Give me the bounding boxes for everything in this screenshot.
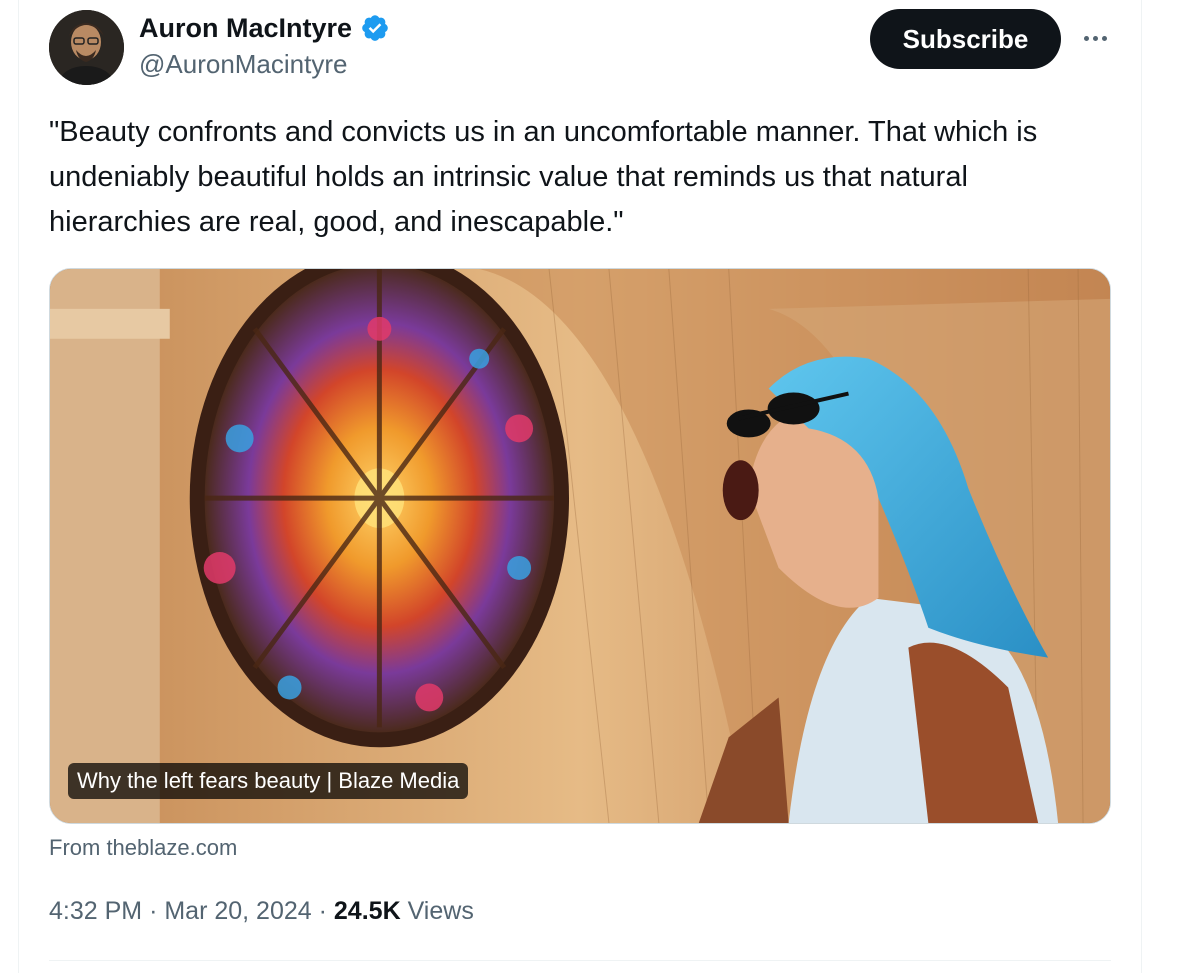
link-source[interactable]: From theblaze.com bbox=[49, 833, 237, 863]
tweet-date[interactable]: Mar 20, 2024 bbox=[164, 894, 311, 928]
more-dot bbox=[1092, 35, 1098, 41]
more-dot bbox=[1101, 35, 1107, 41]
author-handle[interactable]: @AuronMacintyre bbox=[139, 48, 347, 80]
meta-separator: · bbox=[149, 897, 158, 925]
divider bbox=[49, 960, 1111, 961]
display-name[interactable]: Auron MacIntyre bbox=[139, 11, 390, 45]
cathedral-photo bbox=[50, 269, 1110, 823]
verified-badge-icon[interactable] bbox=[360, 13, 390, 43]
link-card-image[interactable]: Why the left fears beauty | Blaze Media bbox=[49, 268, 1111, 824]
link-card-caption: Why the left fears beauty | Blaze Media bbox=[68, 763, 469, 799]
tweet-metadata: 4:32 PM · Mar 20, 2024 · 24.5K Views bbox=[49, 894, 474, 928]
avatar[interactable] bbox=[49, 10, 124, 85]
display-name-text: Auron MacIntyre bbox=[139, 13, 353, 43]
views-label: Views bbox=[407, 897, 474, 925]
tweet-text: "Beauty confronts and convicts us in an … bbox=[49, 116, 1038, 238]
tweet-time[interactable]: 4:32 PM bbox=[49, 894, 142, 928]
meta-separator: · bbox=[318, 897, 327, 925]
subscribe-button[interactable]: Subscribe bbox=[870, 9, 1061, 69]
more-dot bbox=[1083, 35, 1089, 41]
more-horizontal-icon[interactable] bbox=[1078, 26, 1112, 50]
views-count: 24.5K bbox=[333, 897, 401, 925]
